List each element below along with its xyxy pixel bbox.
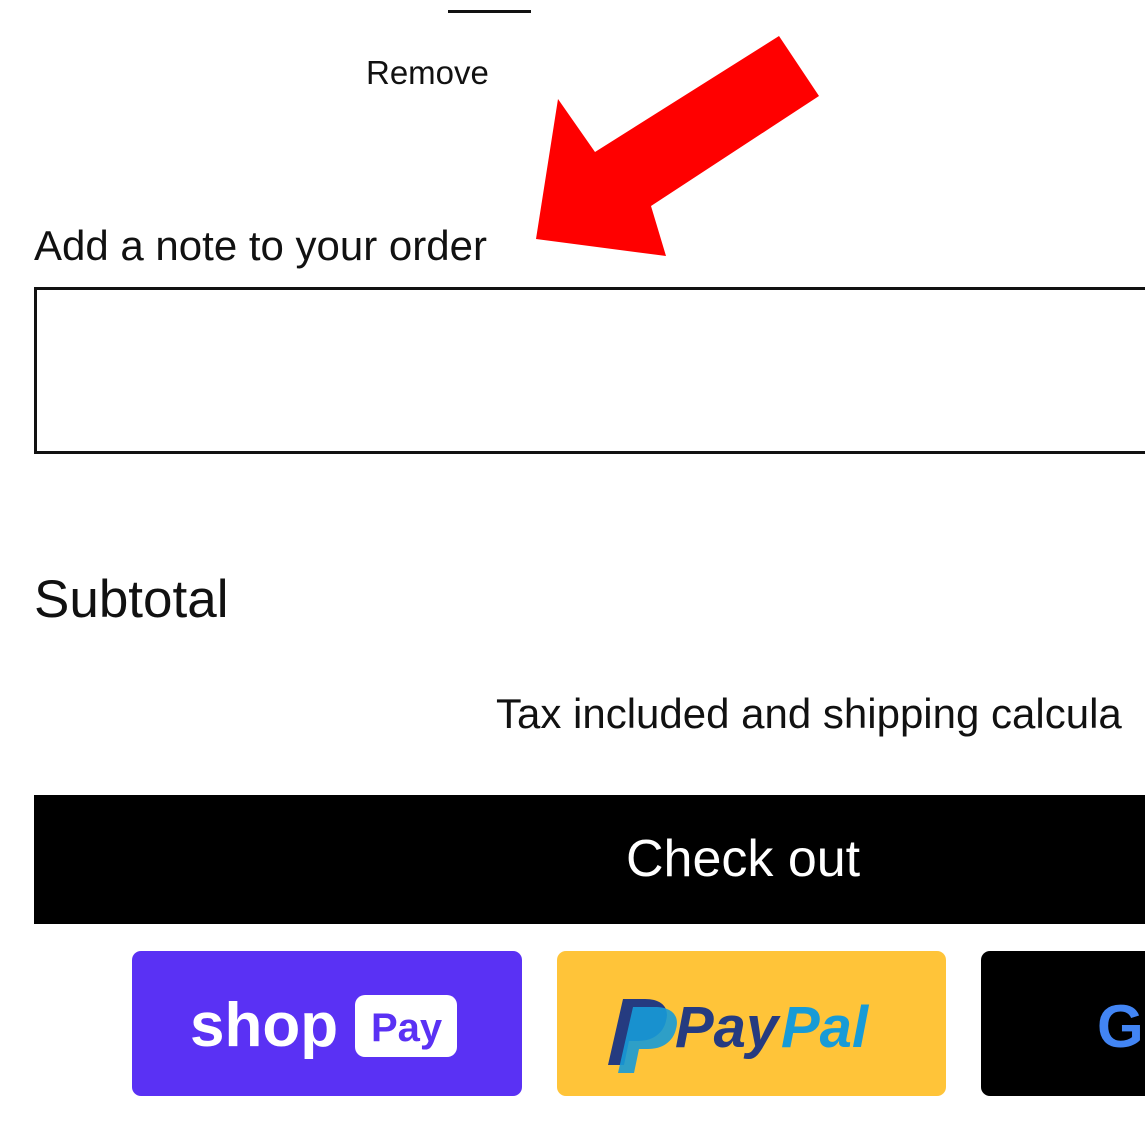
shop-pay-button[interactable]: shop Pay <box>132 951 522 1096</box>
paypal-p-icon <box>608 999 677 1073</box>
cart-page: { "cart": { "remove_label": "Remove" }, … <box>0 0 1145 1143</box>
subtotal-label: Subtotal <box>34 570 229 629</box>
paypal-wordmark-pal: Pal <box>781 995 870 1060</box>
shop-pay-wordmark: shop <box>190 991 338 1060</box>
shop-pay-badge-text: Pay <box>371 1006 443 1050</box>
shop-pay-logo: shop Pay <box>190 991 457 1060</box>
red-arrow-icon <box>536 36 819 256</box>
paypal-logo: Pay Pal <box>608 995 870 1073</box>
google-g-icon: G <box>1097 993 1144 1060</box>
remove-link[interactable]: Remove <box>366 54 489 92</box>
tax-shipping-note: Tax included and shipping calcula <box>496 690 1122 737</box>
paypal-wordmark-pay: Pay <box>675 995 781 1060</box>
order-note-field[interactable] <box>34 287 1145 454</box>
checkout-button[interactable]: Check out <box>34 795 1145 924</box>
order-note-label: Add a note to your order <box>34 222 487 269</box>
google-g-logo: G <box>1097 993 1144 1060</box>
divider <box>448 10 531 13</box>
checkout-button-label: Check out <box>626 830 861 888</box>
google-pay-button[interactable]: G <box>981 951 1145 1096</box>
paypal-button[interactable]: Pay Pal <box>557 951 946 1096</box>
